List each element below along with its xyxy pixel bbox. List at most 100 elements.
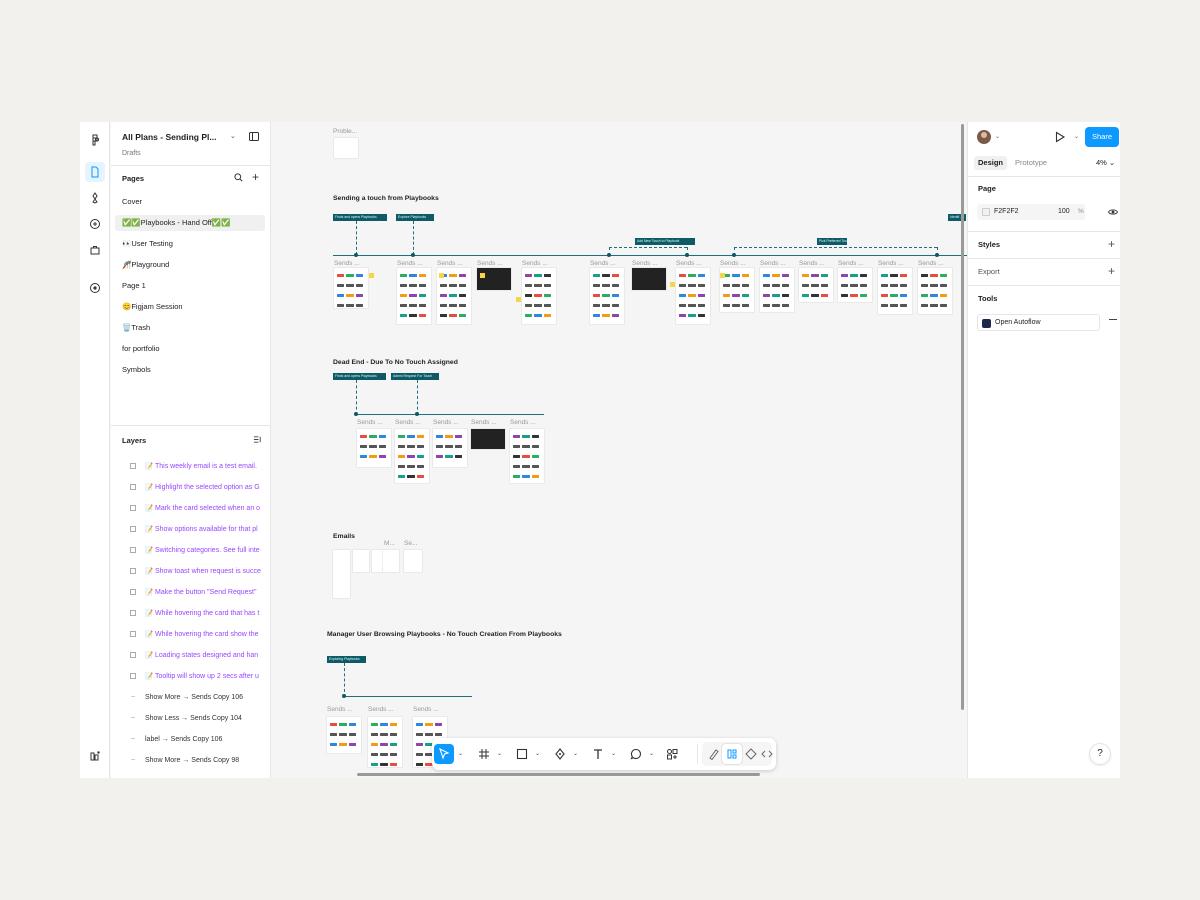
section-heading[interactable]: Sending a touch from Playbooks bbox=[333, 195, 439, 202]
add-page-icon[interactable]: + bbox=[252, 171, 259, 183]
flow-tag[interactable]: Pick Preferred Touch bbox=[817, 238, 847, 245]
frame-label[interactable]: Sends ... bbox=[477, 260, 503, 267]
rectangle-tool-icon[interactable] bbox=[512, 744, 532, 764]
frame-thumbnail[interactable] bbox=[433, 429, 467, 467]
flow-tag[interactable]: Admin Request For Touch bbox=[391, 373, 439, 380]
frame-thumbnail[interactable] bbox=[327, 717, 361, 753]
layer-comment[interactable]: 📝 Mark the card selected when an o bbox=[111, 498, 271, 519]
panel-toggle-icon[interactable] bbox=[249, 132, 259, 141]
prototype-mode-icon[interactable] bbox=[741, 744, 761, 764]
layer-comment[interactable]: 📝 Show toast when request is succe bbox=[111, 561, 271, 582]
frame-label[interactable]: Sends ... bbox=[918, 260, 944, 267]
design-mode-icon[interactable] bbox=[722, 744, 742, 764]
vertical-scrollbar[interactable] bbox=[961, 124, 964, 710]
frame-thumbnail[interactable] bbox=[357, 429, 391, 467]
email-thumbnail[interactable] bbox=[383, 550, 399, 572]
frame-thumbnail[interactable] bbox=[334, 138, 358, 158]
horizontal-scrollbar[interactable] bbox=[357, 773, 760, 776]
text-tool-icon[interactable] bbox=[588, 744, 608, 764]
layer-connector[interactable]: ~ Show More → Sends Copy 98 bbox=[111, 750, 271, 771]
sticky-note[interactable] bbox=[670, 282, 675, 287]
frame-thumbnail[interactable] bbox=[838, 268, 872, 302]
layer-comment[interactable]: 📝 Show options available for that pl bbox=[111, 519, 271, 540]
page-item[interactable]: Symbols bbox=[115, 362, 265, 378]
file-menu-chevron-icon[interactable]: ⌄ bbox=[230, 132, 236, 140]
frame-thumbnail[interactable] bbox=[760, 268, 794, 312]
frame-label[interactable]: Sends ... bbox=[437, 260, 463, 267]
page-item[interactable]: for portfolio bbox=[115, 341, 265, 357]
frame-thumbnail[interactable] bbox=[510, 429, 544, 483]
share-button[interactable]: Share bbox=[1085, 127, 1119, 147]
frame-label[interactable]: M... bbox=[384, 540, 395, 547]
chevron-down-icon[interactable]: ⌄ bbox=[458, 750, 463, 757]
page-item[interactable]: Cover bbox=[115, 194, 265, 210]
frame-label[interactable]: Sends ... bbox=[334, 260, 360, 267]
file-location[interactable]: Drafts bbox=[122, 150, 141, 157]
frame-thumbnail[interactable] bbox=[878, 268, 912, 314]
chevron-down-icon[interactable]: ⌄ bbox=[573, 750, 578, 757]
layer-connector[interactable]: ~ label → Sends Copy 106 bbox=[111, 729, 271, 750]
layer-comment[interactable]: 📝 Tooltip will show up 2 secs after u bbox=[111, 666, 271, 687]
autoflow-tool[interactable]: Open Autoflow bbox=[977, 314, 1100, 331]
layers-options-icon[interactable] bbox=[253, 435, 262, 444]
frame-thumbnail[interactable] bbox=[471, 429, 505, 449]
frame-label[interactable]: Sends ... bbox=[327, 706, 353, 713]
flow-tag[interactable]: Finds and opens Playbooks bbox=[333, 214, 387, 221]
add-export-icon[interactable]: + bbox=[1108, 265, 1115, 277]
frame-thumbnail[interactable] bbox=[720, 268, 754, 312]
file-icon[interactable] bbox=[85, 162, 105, 182]
plugins-icon[interactable] bbox=[85, 214, 105, 234]
flow-tag[interactable]: Explore Playbooks bbox=[396, 214, 434, 221]
frame-label[interactable]: Sends ... bbox=[878, 260, 904, 267]
layer-comment[interactable]: 📝 This weekly email is a test email. bbox=[111, 456, 271, 477]
frame-thumbnail[interactable] bbox=[522, 268, 556, 324]
frame-thumbnail[interactable] bbox=[918, 268, 952, 314]
pen-tool-icon[interactable] bbox=[550, 744, 570, 764]
record-icon[interactable] bbox=[85, 278, 105, 298]
page-item[interactable]: 😊Figjam Session bbox=[115, 299, 265, 315]
section-heading[interactable]: Manager User Browsing Playbooks - No Tou… bbox=[327, 631, 562, 638]
sticky-note[interactable] bbox=[516, 297, 521, 302]
layer-comment[interactable]: 📝 While hovering the card that has t bbox=[111, 603, 271, 624]
layer-connector[interactable]: ~ Show Less → Sends Copy 104 bbox=[111, 708, 271, 729]
remove-tool-icon[interactable] bbox=[1109, 319, 1117, 321]
frame-thumbnail[interactable] bbox=[368, 717, 402, 767]
frame-label[interactable]: Sends ... bbox=[413, 706, 439, 713]
flow-tag[interactable]: Finds and opens Playbooks bbox=[333, 373, 386, 380]
tab-design[interactable]: Design bbox=[974, 156, 1008, 170]
layer-connector[interactable]: ~ Show More → Sends Copy 106 bbox=[111, 687, 271, 708]
page-item[interactable]: Page 1 bbox=[115, 278, 265, 294]
sticky-note[interactable] bbox=[439, 273, 444, 278]
frame-label[interactable]: Sends ... bbox=[632, 260, 658, 267]
frame-label[interactable]: Sends ... bbox=[510, 419, 536, 426]
frame-label[interactable]: Sends ... bbox=[471, 419, 497, 426]
frame-label[interactable]: Sends ... bbox=[433, 419, 459, 426]
frame-label[interactable]: Sends ... bbox=[368, 706, 394, 713]
chevron-down-icon[interactable]: ⌄ bbox=[611, 750, 616, 757]
frame-label[interactable]: Sends ... bbox=[395, 419, 421, 426]
actions-tool-icon[interactable] bbox=[662, 744, 682, 764]
avatar[interactable] bbox=[977, 130, 991, 144]
figma-logo-icon[interactable] bbox=[85, 130, 105, 150]
section-heading[interactable]: Emails bbox=[333, 533, 355, 540]
draw-mode-icon[interactable] bbox=[704, 744, 724, 764]
color-hex[interactable]: F2F2F2 bbox=[994, 204, 1019, 220]
dev-mode-icon[interactable] bbox=[759, 744, 775, 764]
layer-comment[interactable]: 📝 Switching categories. See full inte bbox=[111, 540, 271, 561]
page-item[interactable]: 🎢Playground bbox=[115, 257, 265, 273]
chevron-down-icon[interactable]: ⌄ bbox=[497, 750, 502, 757]
assets-icon[interactable] bbox=[85, 188, 105, 208]
frame-label[interactable]: Sends ... bbox=[357, 419, 383, 426]
search-icon[interactable] bbox=[234, 173, 243, 182]
email-thumbnail[interactable] bbox=[333, 550, 350, 598]
frame-label[interactable]: Sends ... bbox=[676, 260, 702, 267]
chevron-down-icon[interactable]: ⌄ bbox=[995, 133, 1000, 140]
layer-comment[interactable]: 📝 Make the button "Send Request" bbox=[111, 582, 271, 603]
frame-thumbnail[interactable] bbox=[632, 268, 666, 290]
layer-comment[interactable]: 📝 Loading states designed and han bbox=[111, 645, 271, 666]
frame-tool-icon[interactable] bbox=[474, 744, 494, 764]
frame-thumbnail[interactable] bbox=[395, 429, 429, 483]
color-swatch[interactable] bbox=[982, 208, 990, 216]
sticky-note[interactable] bbox=[720, 273, 725, 278]
help-button[interactable]: ? bbox=[1090, 744, 1110, 764]
